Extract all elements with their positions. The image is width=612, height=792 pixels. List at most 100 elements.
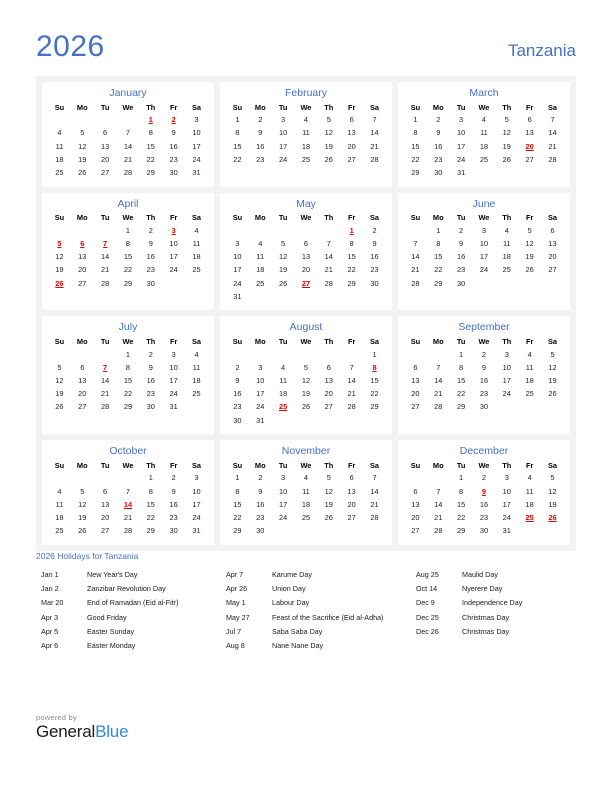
day-cell[interactable]: 29 bbox=[427, 277, 450, 290]
day-cell[interactable]: 25 bbox=[48, 166, 71, 179]
day-cell[interactable]: 3 bbox=[272, 472, 295, 485]
day-cell[interactable]: 31 bbox=[185, 166, 208, 179]
day-cell[interactable]: 29 bbox=[117, 277, 140, 290]
day-cell[interactable]: 21 bbox=[117, 153, 140, 166]
day-cell[interactable]: 9 bbox=[450, 238, 473, 251]
day-cell[interactable]: 8 bbox=[450, 361, 473, 374]
day-cell[interactable]: 27 bbox=[71, 277, 94, 290]
day-cell[interactable]: 16 bbox=[450, 251, 473, 264]
day-cell[interactable]: 1 bbox=[117, 224, 140, 237]
day-cell[interactable]: 22 bbox=[450, 388, 473, 401]
day-cell[interactable]: 20 bbox=[404, 388, 427, 401]
day-cell[interactable]: 28 bbox=[340, 401, 363, 414]
day-cell[interactable]: 24 bbox=[162, 388, 185, 401]
day-cell[interactable]: 19 bbox=[71, 512, 94, 525]
day-cell[interactable]: 25 bbox=[518, 388, 541, 401]
day-cell[interactable]: 9 bbox=[162, 127, 185, 140]
day-cell[interactable]: 22 bbox=[340, 264, 363, 277]
day-cell[interactable]: 27 bbox=[94, 166, 117, 179]
day-cell[interactable]: 12 bbox=[317, 485, 340, 498]
day-cell[interactable]: 24 bbox=[185, 153, 208, 166]
day-cell-holiday[interactable]: 14 bbox=[117, 498, 140, 511]
day-cell[interactable]: 14 bbox=[117, 140, 140, 153]
day-cell[interactable]: 20 bbox=[94, 512, 117, 525]
day-cell[interactable]: 19 bbox=[272, 264, 295, 277]
day-cell[interactable]: 4 bbox=[249, 238, 272, 251]
day-cell[interactable]: 22 bbox=[117, 264, 140, 277]
day-cell[interactable]: 24 bbox=[450, 153, 473, 166]
day-cell[interactable]: 7 bbox=[117, 485, 140, 498]
day-cell[interactable]: 18 bbox=[495, 251, 518, 264]
day-cell[interactable]: 12 bbox=[317, 127, 340, 140]
day-cell[interactable]: 24 bbox=[226, 277, 249, 290]
day-cell[interactable]: 7 bbox=[404, 238, 427, 251]
day-cell[interactable]: 26 bbox=[317, 153, 340, 166]
day-cell-holiday[interactable]: 26 bbox=[48, 277, 71, 290]
day-cell[interactable]: 8 bbox=[340, 238, 363, 251]
day-cell[interactable]: 19 bbox=[48, 264, 71, 277]
day-cell[interactable]: 9 bbox=[162, 485, 185, 498]
day-cell[interactable]: 30 bbox=[473, 401, 496, 414]
day-cell[interactable]: 29 bbox=[404, 166, 427, 179]
day-cell[interactable]: 6 bbox=[340, 472, 363, 485]
day-cell[interactable]: 7 bbox=[427, 361, 450, 374]
day-cell[interactable]: 10 bbox=[249, 375, 272, 388]
day-cell[interactable]: 19 bbox=[295, 388, 318, 401]
day-cell[interactable]: 3 bbox=[473, 224, 496, 237]
day-cell[interactable]: 12 bbox=[71, 498, 94, 511]
day-cell[interactable]: 11 bbox=[48, 140, 71, 153]
day-cell[interactable]: 30 bbox=[162, 525, 185, 538]
day-cell[interactable]: 19 bbox=[541, 375, 564, 388]
day-cell[interactable]: 17 bbox=[495, 498, 518, 511]
day-cell[interactable]: 6 bbox=[71, 361, 94, 374]
day-cell[interactable]: 13 bbox=[404, 375, 427, 388]
day-cell-holiday[interactable]: 3 bbox=[162, 224, 185, 237]
day-cell[interactable]: 13 bbox=[541, 238, 564, 251]
day-cell[interactable]: 12 bbox=[495, 127, 518, 140]
day-cell[interactable]: 5 bbox=[541, 348, 564, 361]
day-cell[interactable]: 10 bbox=[495, 361, 518, 374]
day-cell[interactable]: 26 bbox=[295, 401, 318, 414]
day-cell[interactable]: 8 bbox=[226, 127, 249, 140]
day-cell[interactable]: 13 bbox=[317, 375, 340, 388]
day-cell[interactable]: 28 bbox=[363, 512, 386, 525]
day-cell[interactable]: 17 bbox=[272, 498, 295, 511]
day-cell[interactable]: 5 bbox=[541, 472, 564, 485]
day-cell[interactable]: 28 bbox=[427, 401, 450, 414]
day-cell[interactable]: 12 bbox=[518, 238, 541, 251]
day-cell[interactable]: 5 bbox=[272, 238, 295, 251]
day-cell[interactable]: 26 bbox=[317, 512, 340, 525]
day-cell[interactable]: 11 bbox=[518, 485, 541, 498]
day-cell[interactable]: 18 bbox=[249, 264, 272, 277]
day-cell[interactable]: 18 bbox=[295, 140, 318, 153]
day-cell[interactable]: 15 bbox=[226, 498, 249, 511]
day-cell[interactable]: 2 bbox=[249, 472, 272, 485]
day-cell[interactable]: 6 bbox=[340, 114, 363, 127]
day-cell[interactable]: 11 bbox=[295, 485, 318, 498]
day-cell[interactable]: 16 bbox=[139, 251, 162, 264]
day-cell[interactable]: 9 bbox=[249, 485, 272, 498]
day-cell[interactable]: 8 bbox=[450, 485, 473, 498]
day-cell[interactable]: 5 bbox=[518, 224, 541, 237]
day-cell[interactable]: 22 bbox=[226, 153, 249, 166]
day-cell[interactable]: 31 bbox=[226, 290, 249, 303]
day-cell[interactable]: 12 bbox=[541, 485, 564, 498]
day-cell[interactable]: 14 bbox=[94, 375, 117, 388]
day-cell[interactable]: 29 bbox=[450, 401, 473, 414]
day-cell[interactable]: 30 bbox=[473, 525, 496, 538]
day-cell[interactable]: 2 bbox=[139, 348, 162, 361]
day-cell[interactable]: 15 bbox=[404, 140, 427, 153]
day-cell[interactable]: 28 bbox=[541, 153, 564, 166]
day-cell[interactable]: 22 bbox=[427, 264, 450, 277]
day-cell[interactable]: 9 bbox=[139, 361, 162, 374]
day-cell[interactable]: 24 bbox=[185, 512, 208, 525]
day-cell[interactable]: 15 bbox=[226, 140, 249, 153]
day-cell[interactable]: 29 bbox=[363, 401, 386, 414]
day-cell[interactable]: 28 bbox=[94, 401, 117, 414]
day-cell[interactable]: 2 bbox=[162, 472, 185, 485]
day-cell[interactable]: 11 bbox=[272, 375, 295, 388]
day-cell[interactable]: 18 bbox=[185, 375, 208, 388]
day-cell[interactable]: 27 bbox=[340, 512, 363, 525]
day-cell[interactable]: 5 bbox=[71, 127, 94, 140]
day-cell[interactable]: 2 bbox=[450, 224, 473, 237]
